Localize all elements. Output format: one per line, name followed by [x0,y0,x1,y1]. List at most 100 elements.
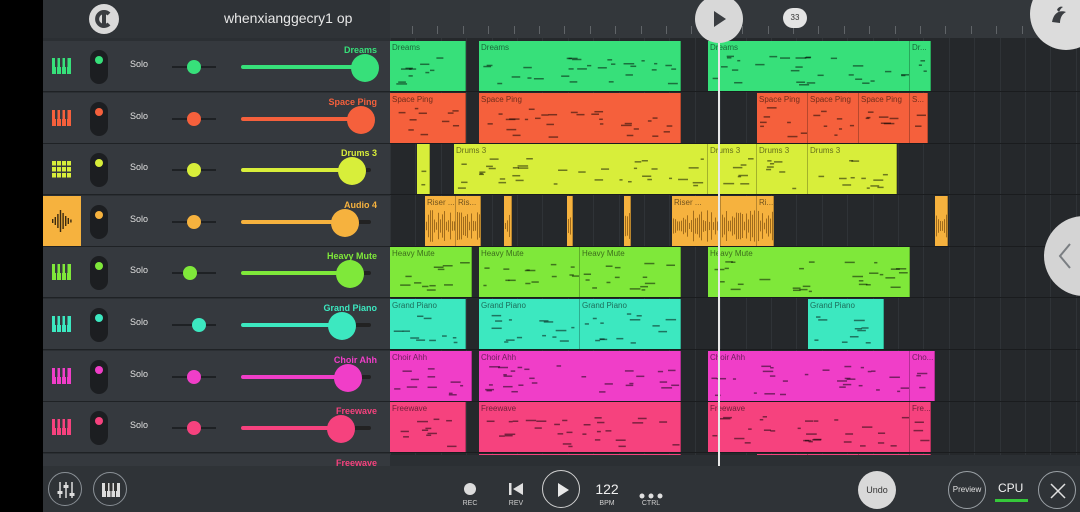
track-header[interactable]: Solo Choir Ahh [43,350,390,402]
pattern-clip[interactable]: Freewave [808,453,859,455]
track-mute-switch[interactable] [90,204,108,239]
pattern-clip[interactable]: Fre... [910,402,931,453]
pattern-clip[interactable]: Choir Ahh [708,350,910,401]
pan-knob[interactable] [187,369,201,384]
pattern-clip[interactable]: Drums 3 [808,144,897,195]
pattern-clip[interactable]: Freewave [859,453,910,455]
pan-knob[interactable] [187,163,201,178]
pattern-clip[interactable]: Ris... [456,195,481,246]
pattern-clip[interactable]: Ri... [757,195,774,246]
volume-knob[interactable] [337,157,366,186]
track-header[interactable]: Solo Freewave [43,402,390,454]
pattern-clip[interactable]: Fre... [910,453,931,455]
pattern-clip[interactable] [624,195,631,246]
playhead-line[interactable] [718,38,720,468]
track-mute-switch[interactable] [90,101,108,136]
pattern-clip[interactable]: Freewave [708,402,910,453]
app-menu-button[interactable] [89,4,119,34]
track-solo-button[interactable]: Solo [130,317,148,327]
pattern-clip[interactable]: Choir Ahh [390,350,472,401]
track-header[interactable]: Solo Drums 3 [43,144,390,196]
playlist-grid[interactable]: Dreams Dreams Dreams Dr... Space Ping Space P… [390,38,1080,455]
pattern-clip[interactable]: Freewave [757,453,808,455]
pattern-clip[interactable]: Cho... [910,350,935,401]
pattern-clip[interactable]: Freewave [479,402,681,453]
pan-knob[interactable] [187,214,201,229]
track-instrument-button[interactable] [43,144,81,194]
pattern-clip[interactable]: Space Ping [859,92,910,143]
pan-knob[interactable] [192,318,207,332]
track-header[interactable]: Solo Audio 4 [43,195,390,247]
undo-button[interactable]: Undo [858,471,896,509]
pattern-clip[interactable]: Drums 3 [708,144,757,195]
pattern-clip[interactable]: Space Ping [479,92,681,143]
playhead-play-button[interactable] [695,0,743,43]
volume-knob[interactable] [336,260,365,289]
track-instrument-button[interactable] [43,351,81,401]
pan-knob[interactable] [187,111,201,126]
track-instrument-button[interactable] [43,195,81,246]
close-button[interactable] [1038,471,1076,509]
pattern-clip[interactable]: Grand Piano [808,299,884,349]
track-solo-button[interactable]: Solo [130,162,148,172]
pattern-clip[interactable]: Freewave [390,402,466,453]
volume-knob[interactable] [328,312,357,340]
tempo-value[interactable]: 122 [592,481,622,497]
pattern-clip[interactable]: Choir Ahh [479,350,681,401]
track-instrument-button[interactable] [43,41,81,91]
pattern-clip[interactable]: Drums 3 [757,144,808,195]
pattern-clip[interactable]: Grand Piano [580,299,681,349]
pan-knob[interactable] [187,60,201,74]
track-solo-button[interactable]: Solo [130,59,148,69]
track-solo-button[interactable]: Solo [130,214,148,224]
pattern-clip[interactable]: Heavy Mute [390,247,472,298]
pattern-clip[interactable] [567,195,573,246]
track-solo-button[interactable]: Solo [130,265,148,275]
pattern-clip[interactable]: Grand Piano [390,299,466,349]
track-header[interactable]: Solo Heavy Mute [43,247,390,299]
pattern-clip[interactable]: S... [910,92,928,143]
track-mute-switch[interactable] [90,50,108,84]
track-mute-switch[interactable] [90,411,108,446]
pattern-clip[interactable]: Heavy Mute [479,247,580,298]
pattern-clip[interactable]: Dreams [390,41,466,91]
track-header[interactable]: Solo Space Ping [43,92,390,144]
pattern-clip[interactable]: Dreams [479,41,681,91]
pan-knob[interactable] [187,421,201,436]
pattern-clip[interactable]: Space Ping [390,92,466,143]
preview-button[interactable]: Preview [948,471,986,509]
track-mute-switch[interactable] [90,256,108,291]
pattern-clip[interactable]: Dreams [708,41,910,91]
pattern-clip[interactable]: Dr... [910,41,931,91]
pattern-clip[interactable]: Freewave [479,453,681,455]
pattern-clip[interactable]: Space Ping [808,92,859,143]
track-mute-switch[interactable] [90,153,108,188]
pattern-clip[interactable]: Space Ping [757,92,808,143]
pattern-clip[interactable]: Riser ... [672,195,721,246]
track-instrument-button[interactable] [43,402,81,452]
track-header[interactable]: Solo Grand Piano [43,299,390,350]
track-instrument-button[interactable] [43,247,81,297]
controls-button[interactable] [639,486,663,499]
record-button[interactable] [464,483,476,495]
track-instrument-button[interactable] [43,299,81,349]
track-solo-button[interactable]: Solo [130,111,148,121]
reverse-button[interactable] [507,481,525,497]
pattern-clip[interactable] [417,144,430,195]
track-solo-button[interactable]: Solo [130,369,148,379]
pattern-clip[interactable] [935,195,948,246]
track-header[interactable]: Solo Dreams [43,41,390,92]
pattern-clip[interactable]: Heavy Mute [708,247,910,298]
track-mute-switch[interactable] [90,359,108,394]
timeline-marker[interactable]: 33 [783,8,807,28]
volume-knob[interactable] [346,105,375,134]
piano-roll-button[interactable] [93,472,127,506]
mixer-button[interactable] [48,472,82,506]
track-mute-switch[interactable] [90,308,108,342]
pattern-clip[interactable]: Drums 3 [454,144,708,195]
volume-knob[interactable] [350,54,379,82]
track-solo-button[interactable]: Solo [130,420,148,430]
volume-knob[interactable] [333,363,362,392]
pattern-clip[interactable]: Riser ... [425,195,456,246]
track-instrument-button[interactable] [43,93,81,143]
